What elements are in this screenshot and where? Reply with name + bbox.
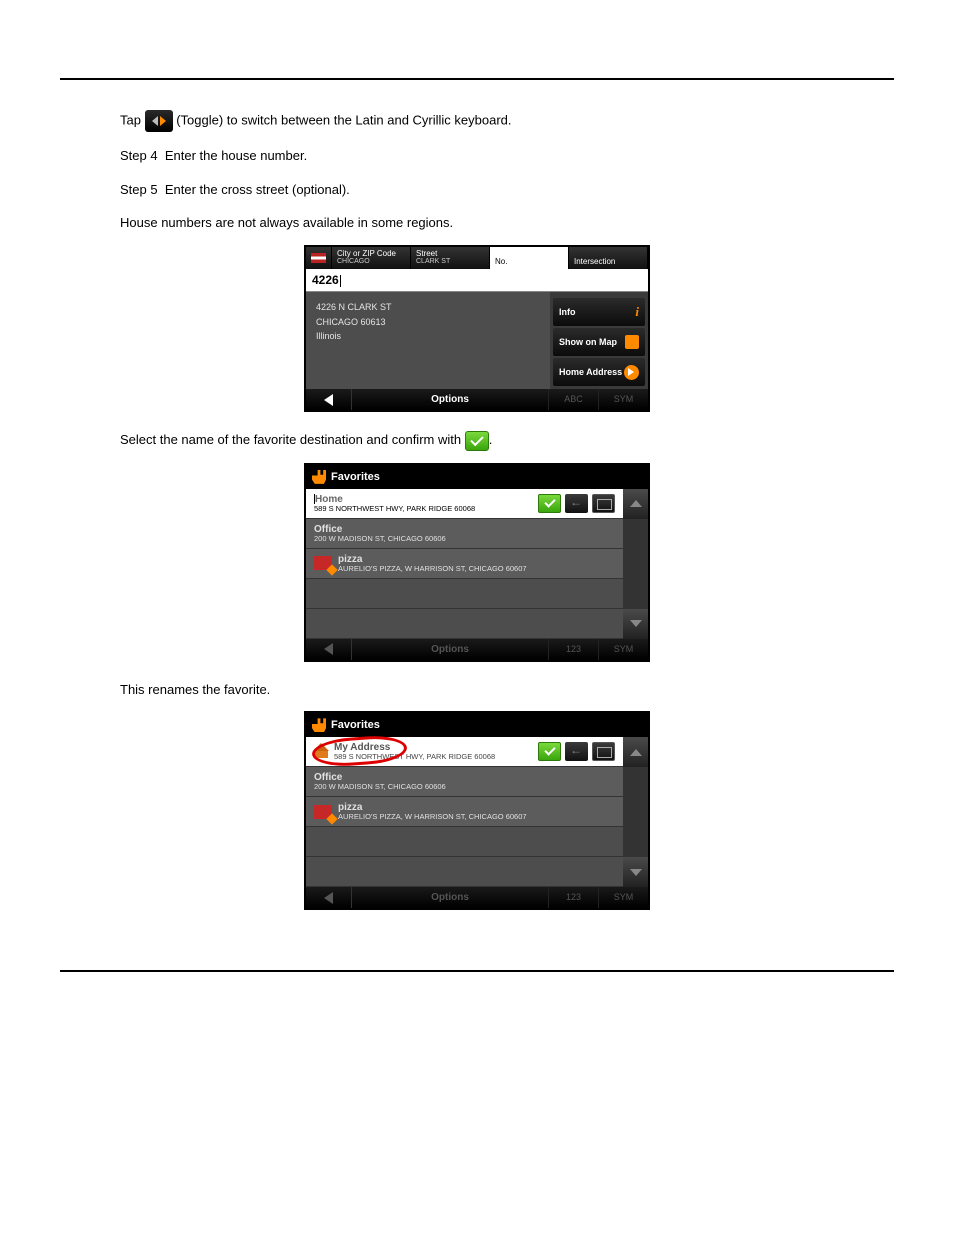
step5-note: House numbers are not always available i…: [120, 213, 894, 233]
arrow-right-icon: [624, 365, 639, 380]
back-icon: [324, 394, 333, 406]
info-icon: i: [635, 305, 639, 319]
scroll-track[interactable]: [623, 767, 648, 857]
flag-icon: [311, 253, 326, 263]
back-button[interactable]: [306, 389, 352, 410]
favorite-row[interactable]: Office 200 W MADISON ST, CHICAGO 60606: [306, 767, 623, 797]
country-flag-tab[interactable]: [306, 247, 332, 270]
favorite-row-empty: [306, 609, 623, 639]
backspace-button[interactable]: [565, 742, 588, 761]
favorites-rename-after-screenshot: Favorites My Address 589 S NORTHWEST HWY…: [304, 711, 650, 910]
favorites-rename-before-screenshot: Favorites Home 589 S NORTHWEST HWY, PARK…: [304, 463, 650, 662]
intersection-tab[interactable]: Intersection: [569, 247, 648, 270]
page-header-rule: [60, 40, 894, 80]
scroll-down-button[interactable]: [623, 857, 648, 887]
favorites-header: Favorites: [306, 465, 648, 489]
instruction-renames: This renames the favorite.: [120, 680, 894, 700]
sym-key[interactable]: SYM: [598, 639, 648, 660]
back-icon: [324, 892, 333, 904]
step-4: Step 4 Enter the house number.: [120, 146, 894, 166]
chevron-up-icon: [630, 749, 642, 756]
step-5: Step 5 Enter the cross street (optional)…: [120, 180, 894, 200]
options-button[interactable]: Options: [352, 887, 548, 908]
chevron-down-icon: [630, 869, 642, 876]
confirm-check-icon: [465, 431, 489, 451]
scroll-up-button[interactable]: [623, 737, 648, 767]
chevron-down-icon: [630, 620, 642, 627]
scroll-track[interactable]: [623, 519, 648, 609]
abc-key[interactable]: ABC: [548, 389, 598, 410]
backspace-button[interactable]: [565, 494, 588, 513]
back-button[interactable]: [306, 887, 352, 908]
favorites-header: Favorites: [306, 713, 648, 737]
instruction-toggle: Tap (Toggle) to switch between the Latin…: [120, 110, 894, 132]
scroll-up-button[interactable]: [623, 489, 648, 519]
favorite-row[interactable]: Office 200 W MADISON ST, CHICAGO 60606: [306, 519, 623, 549]
favorite-row[interactable]: pizza AURELIO'S PIZZA, W HARRISON ST, CH…: [306, 797, 623, 827]
chevron-up-icon: [630, 500, 642, 507]
favorite-row-empty: [306, 827, 623, 857]
poi-icon: [314, 805, 332, 819]
sym-key[interactable]: SYM: [598, 389, 648, 410]
favorite-row-empty: [306, 857, 623, 887]
123-key[interactable]: 123: [548, 887, 598, 908]
favorite-row-selected[interactable]: Home 589 S NORTHWEST HWY, PARK RIDGE 600…: [306, 489, 623, 519]
confirm-button[interactable]: [538, 494, 561, 513]
address-result[interactable]: 4226 N CLARK ST CHICAGO 60613 Illinois: [306, 292, 550, 389]
page-footer-rule: [60, 970, 894, 1010]
street-tab[interactable]: Street CLARK ST: [411, 247, 490, 270]
map-icon: [625, 335, 639, 349]
show-on-map-button[interactable]: Show on Map: [553, 328, 645, 356]
favorites-icon: [312, 718, 326, 732]
options-button[interactable]: Options: [352, 639, 548, 660]
favorite-row-selected[interactable]: My Address 589 S NORTHWEST HWY, PARK RID…: [306, 737, 623, 767]
poi-icon: [314, 556, 332, 570]
keyboard-button[interactable]: [592, 494, 615, 513]
keyboard-button[interactable]: [592, 742, 615, 761]
back-icon: [324, 643, 333, 655]
toggle-keyboard-icon: [145, 110, 173, 132]
house-no-tab[interactable]: No.: [490, 247, 569, 270]
scroll-down-button[interactable]: [623, 609, 648, 639]
instruction-confirm: Select the name of the favorite destinat…: [120, 430, 894, 451]
home-address-button[interactable]: Home Address: [553, 358, 645, 386]
city-tab[interactable]: City or ZIP Code CHICAGO: [332, 247, 411, 270]
sym-key[interactable]: SYM: [598, 887, 648, 908]
favorite-row-empty: [306, 579, 623, 609]
options-button[interactable]: Options: [352, 389, 548, 410]
address-input[interactable]: 4226: [306, 269, 648, 292]
confirm-button[interactable]: [538, 742, 561, 761]
address-entry-screenshot: City or ZIP Code CHICAGO Street CLARK ST…: [304, 245, 650, 413]
home-icon: [314, 746, 328, 758]
favorite-row[interactable]: pizza AURELIO'S PIZZA, W HARRISON ST, CH…: [306, 549, 623, 579]
123-key[interactable]: 123: [548, 639, 598, 660]
favorites-icon: [312, 470, 326, 484]
info-button[interactable]: Infoi: [553, 298, 645, 326]
back-button[interactable]: [306, 639, 352, 660]
